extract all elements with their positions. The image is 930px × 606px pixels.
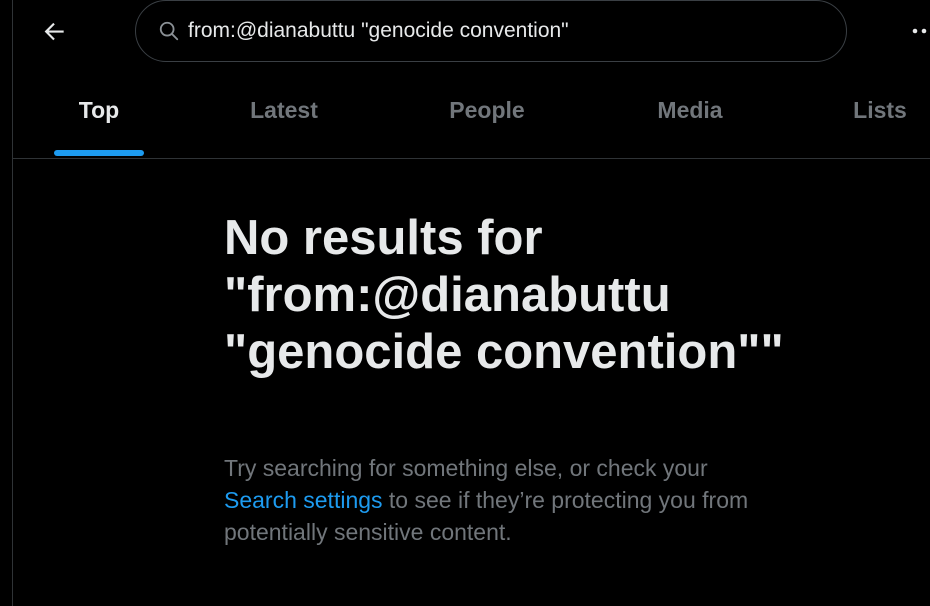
tabs-divider	[13, 158, 930, 159]
tab-lists[interactable]: Lists	[835, 62, 925, 158]
description-text: Try searching for something else, or che…	[224, 455, 708, 481]
tab-label: Media	[657, 96, 723, 123]
search-icon	[159, 21, 179, 41]
back-button[interactable]	[34, 10, 76, 52]
arrow-left-icon	[44, 22, 64, 41]
search-tabs: Top Latest People Media Lists	[13, 62, 930, 158]
search-settings-link[interactable]: Search settings	[224, 487, 383, 513]
active-tab-indicator	[54, 150, 144, 156]
more-dots-icon	[912, 28, 927, 34]
no-results-title: No results for "from:@dianabuttu "genoci…	[224, 211, 784, 379]
tab-media[interactable]: Media	[630, 62, 750, 158]
tab-label: People	[449, 96, 525, 123]
tab-people[interactable]: People	[427, 62, 547, 158]
tab-latest[interactable]: Latest	[224, 62, 344, 158]
tab-label: Latest	[250, 96, 318, 123]
search-box[interactable]	[135, 0, 847, 62]
no-results-description: Try searching for something else, or che…	[224, 452, 784, 548]
tab-top[interactable]: Top	[54, 62, 144, 158]
search-input[interactable]	[188, 15, 828, 47]
more-button[interactable]	[904, 14, 930, 48]
tab-label: Lists	[853, 96, 907, 123]
tab-label: Top	[78, 96, 120, 123]
